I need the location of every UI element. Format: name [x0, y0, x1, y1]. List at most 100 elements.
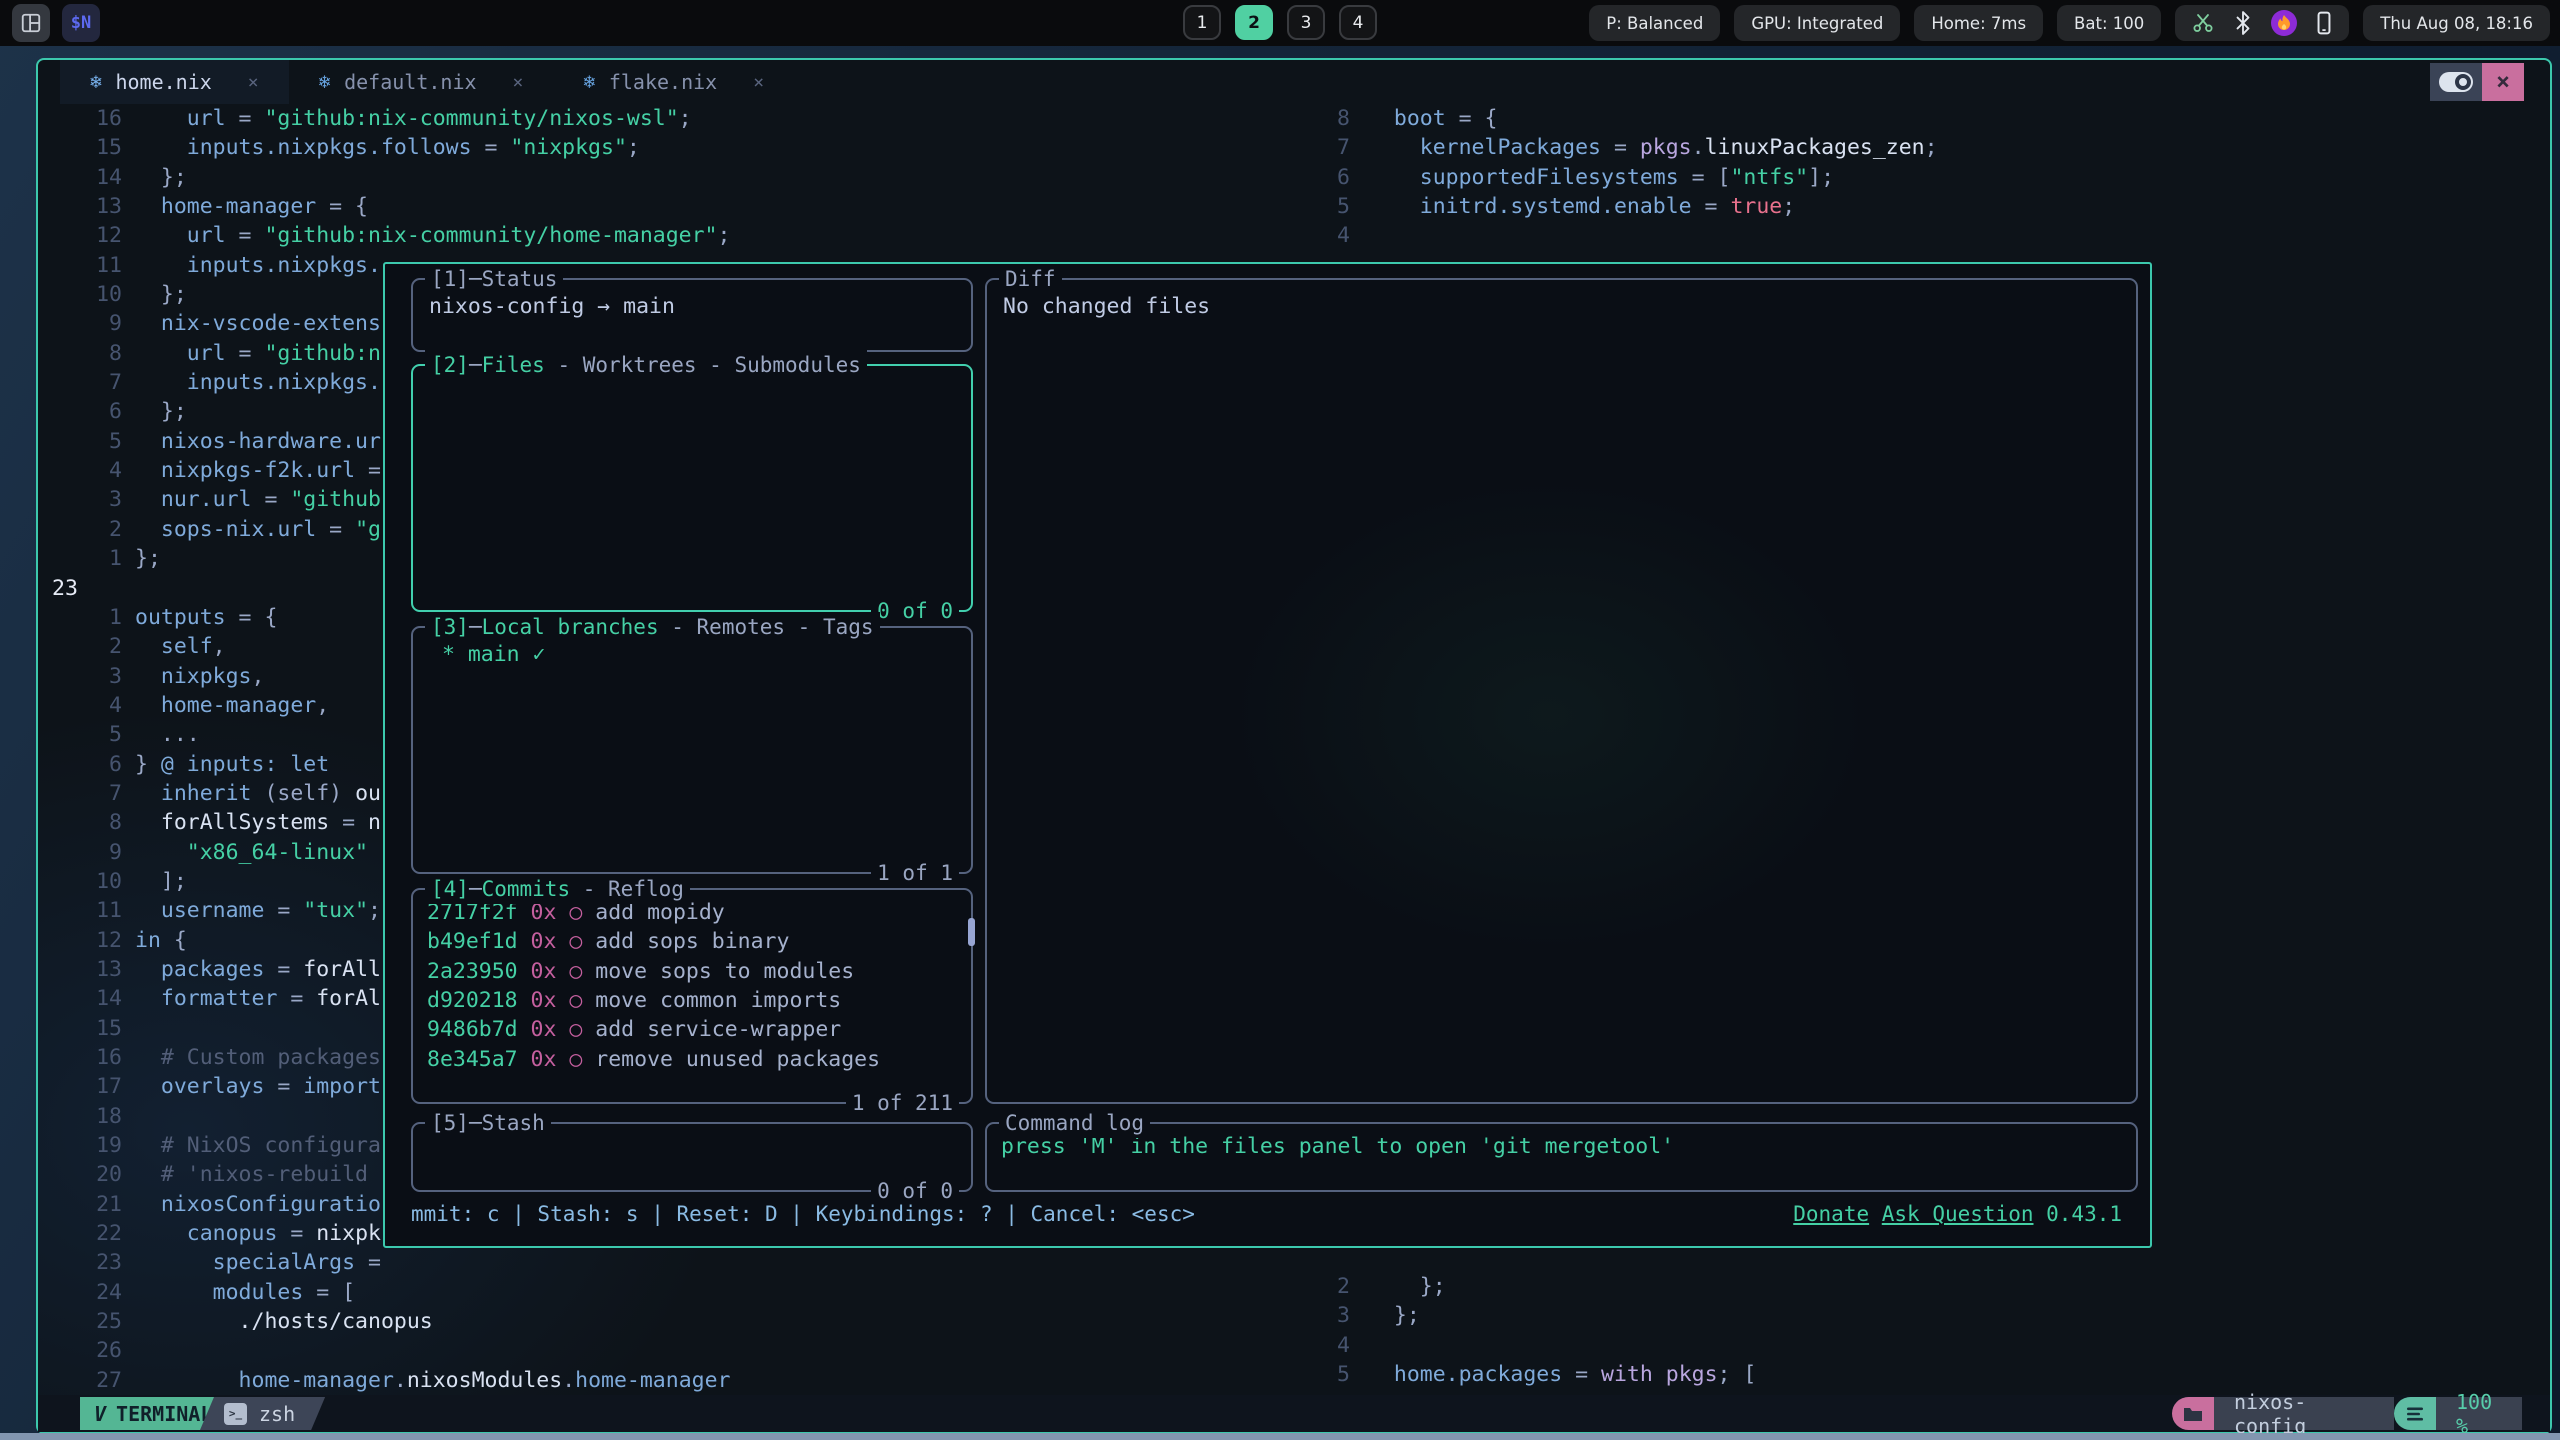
window-close-button[interactable]: ×: [2482, 63, 2524, 101]
tab-default-nix[interactable]: ❄ default.nix ×: [289, 60, 554, 104]
terminal-prompt-icon: >_: [224, 1403, 247, 1425]
workspace-switcher: 1 2 3 4: [1183, 5, 1377, 40]
lazygit-footer-links: Donate Ask Question 0.43.1: [1793, 1202, 2122, 1226]
code-line: 4: [1266, 1331, 2516, 1360]
toggle-knob: [2455, 74, 2471, 90]
code-line: 16 url = "github:nix-community/nixos-wsl…: [38, 104, 1300, 133]
gpu-pill[interactable]: GPU: Integrated: [1734, 5, 1900, 41]
clock-pill[interactable]: Thu Aug 08, 18:16: [2363, 5, 2550, 41]
right-code-pane-bottom[interactable]: 2 };3 };45 home.packages = with pkgs; [: [1266, 1272, 2516, 1389]
code-line: 25 ./hosts/canopus: [38, 1307, 1300, 1336]
workspace-1[interactable]: 1: [1183, 5, 1221, 40]
app-launcher-button[interactable]: [12, 4, 50, 42]
commit-row[interactable]: b49ef1d 0x ○ add sops binary: [427, 927, 957, 956]
tab-label: flake.nix: [609, 70, 717, 94]
code-line: 3 };: [1266, 1301, 2516, 1330]
project-folder-cap: [2172, 1397, 2214, 1430]
code-line: 6 supportedFilesystems = ["ntfs"];: [1266, 163, 2516, 192]
scroll-percentage: 100 %: [2436, 1397, 2522, 1430]
workspace-4[interactable]: 4: [1339, 5, 1377, 40]
panel-number: [5]: [431, 1111, 469, 1135]
flame-icon[interactable]: [2271, 10, 2297, 36]
tab-close-icon[interactable]: ×: [513, 72, 524, 93]
shell-label: zsh: [259, 1402, 295, 1426]
nix-snowflake-icon: ❄: [90, 71, 101, 93]
nix-shell-button[interactable]: $N: [62, 4, 100, 42]
tab-flake-nix[interactable]: ❄ flake.nix ×: [553, 60, 794, 104]
commit-row[interactable]: d920218 0x ○ move common imports: [427, 986, 957, 1015]
code-line: 4: [1266, 221, 2516, 250]
bottom-strip: [0, 1433, 2560, 1440]
scroll-lines-cap: [2394, 1397, 2436, 1430]
lazygit-commits-panel[interactable]: [4]─Commits - Reflog 2717f2f 0x ○ add mo…: [411, 888, 973, 1104]
donate-link[interactable]: Donate: [1793, 1202, 1869, 1226]
commit-row[interactable]: 2a23950 0x ○ move sops to modules: [427, 957, 957, 986]
code-line: 27 home-manager.nixosModules.home-manage…: [38, 1366, 1300, 1395]
panel-tab-active: Commits: [482, 877, 571, 901]
lazygit-command-log-panel[interactable]: Command log press 'M' in the files panel…: [985, 1122, 2138, 1192]
nix-snowflake-icon: ❄: [319, 71, 330, 93]
code-line: 7 kernelPackages = pkgs.linuxPackages_ze…: [1266, 133, 2516, 162]
lazygit-keybindings-bar: mmit: c | Stash: s | Reset: D | Keybindi…: [411, 1202, 1195, 1226]
commit-row[interactable]: 9486b7d 0x ○ add service-wrapper: [427, 1015, 957, 1044]
tab-close-icon[interactable]: ×: [248, 72, 259, 93]
tray-icons-pill: [2175, 5, 2349, 41]
commits-scrollbar[interactable]: [968, 918, 975, 946]
panel-tabs-rest: - Worktrees - Submodules: [545, 353, 861, 377]
tab-home-nix[interactable]: ❄ home.nix ×: [60, 60, 289, 104]
panel-number: [2]: [431, 353, 469, 377]
panel-title: Stash: [482, 1111, 545, 1135]
lazygit-diff-panel[interactable]: Diff No changed files: [985, 278, 2138, 1104]
lazygit-popup: [1]─Status nixos-config → main [2]─Files…: [383, 262, 2152, 1248]
panel-tab-active: Files: [482, 353, 545, 377]
statusline: V TERMINAL >_ zsh nixos-config 100 %: [38, 1395, 2550, 1432]
panel-tab-active: Local branches: [482, 615, 659, 639]
window-toggle-switch[interactable]: [2430, 63, 2482, 101]
panel-tabs-rest: - Remotes - Tags: [659, 615, 874, 639]
workspace-3[interactable]: 3: [1287, 5, 1325, 40]
code-line: 5 home.packages = with pkgs; [: [1266, 1360, 2516, 1389]
panel-title: Diff: [1005, 267, 1056, 291]
code-line: 23 specialArgs =: [38, 1248, 1300, 1277]
workspace-2-active[interactable]: 2: [1235, 5, 1273, 40]
phone-icon[interactable]: [2315, 11, 2333, 35]
battery-pill[interactable]: Bat: 100: [2057, 5, 2161, 41]
tab-label: home.nix: [115, 70, 211, 94]
code-line: 12 url = "github:nix-community/home-mana…: [38, 221, 1300, 250]
top-bar: $N 1 2 3 4 P: Balanced GPU: Integrated H…: [0, 0, 2560, 46]
editor-window: ❄ home.nix × ❄ default.nix × ❄ flake.nix…: [36, 58, 2552, 1434]
code-line: 8 boot = {: [1266, 104, 2516, 133]
code-line: 13 home-manager = {: [38, 192, 1300, 221]
status-tray: P: Balanced GPU: Integrated Home: 7ms Ba…: [1589, 5, 2550, 41]
ping-pill[interactable]: Home: 7ms: [1914, 5, 2043, 41]
code-line: 2 };: [1266, 1272, 2516, 1301]
lazygit-branches-panel[interactable]: [3]─Local branches - Remotes - Tags * ma…: [411, 626, 973, 874]
bluetooth-icon[interactable]: [2233, 11, 2253, 35]
apps-grid-icon: [20, 12, 42, 34]
nix-snowflake-icon: ❄: [583, 71, 594, 93]
commit-row[interactable]: 8e345a7 0x ○ remove unused packages: [427, 1045, 957, 1074]
code-line: 15 inputs.nixpkgs.follows = "nixpkgs";: [38, 133, 1300, 162]
branches-count: 1 of 1: [871, 858, 959, 888]
code-line: 5 initrd.systemd.enable = true;: [1266, 192, 2516, 221]
power-profile-pill[interactable]: P: Balanced: [1589, 5, 1720, 41]
lines-icon: [2406, 1407, 2424, 1421]
right-code-pane-top[interactable]: 8 boot = {7 kernelPackages = pkgs.linuxP…: [1266, 104, 2516, 251]
ask-question-link[interactable]: Ask Question: [1882, 1202, 2034, 1226]
editor-tab-bar: ❄ home.nix × ❄ default.nix × ❄ flake.nix…: [38, 60, 2550, 104]
lazygit-files-panel[interactable]: [2]─Files - Worktrees - Submodules 0 of …: [411, 364, 973, 612]
files-count: 0 of 0: [871, 596, 959, 626]
tab-label: default.nix: [344, 70, 476, 94]
panel-number: [3]: [431, 615, 469, 639]
panel-number: [4]: [431, 877, 469, 901]
scissors-icon[interactable]: [2191, 11, 2215, 35]
lazygit-status-panel[interactable]: [1]─Status nixos-config → main: [411, 278, 973, 352]
lazygit-version: 0.43.1: [2046, 1202, 2122, 1226]
project-name[interactable]: nixos-config: [2214, 1397, 2394, 1430]
code-line: 26: [38, 1336, 1300, 1365]
command-log-content: press 'M' in the files panel to open 'gi…: [987, 1124, 2136, 1169]
commit-list: 2717f2f 0x ○ add mopidyb49ef1d 0x ○ add …: [413, 890, 971, 1082]
folder-icon: [2183, 1406, 2203, 1422]
tab-close-icon[interactable]: ×: [753, 72, 764, 93]
lazygit-stash-panel[interactable]: [5]─Stash 0 of 0: [411, 1122, 973, 1192]
